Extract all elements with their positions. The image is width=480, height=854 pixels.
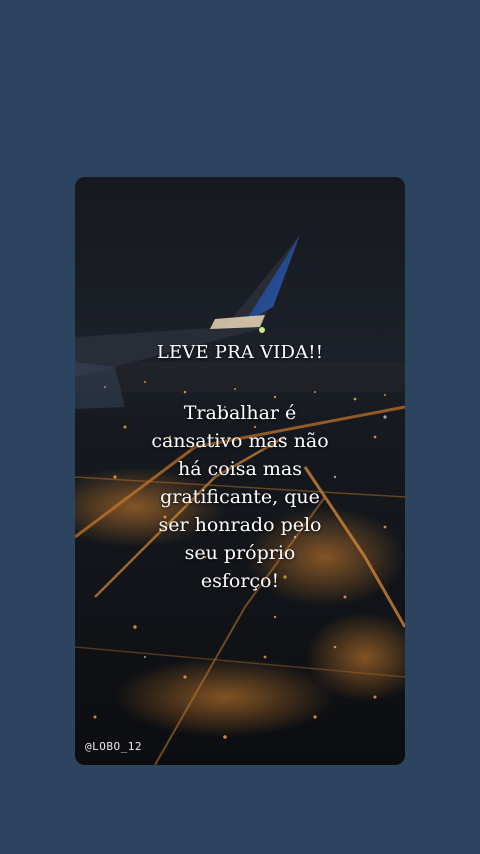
username-handle[interactable]: @LOBO_12: [85, 740, 142, 753]
quote-text: Trabalhar é cansativo mas não há coisa m…: [151, 402, 329, 592]
story-card: LEVE PRA VIDA!! Trabalhar é cansativo ma…: [75, 177, 405, 765]
headline-text: LEVE PRA VIDA!!: [156, 342, 324, 363]
